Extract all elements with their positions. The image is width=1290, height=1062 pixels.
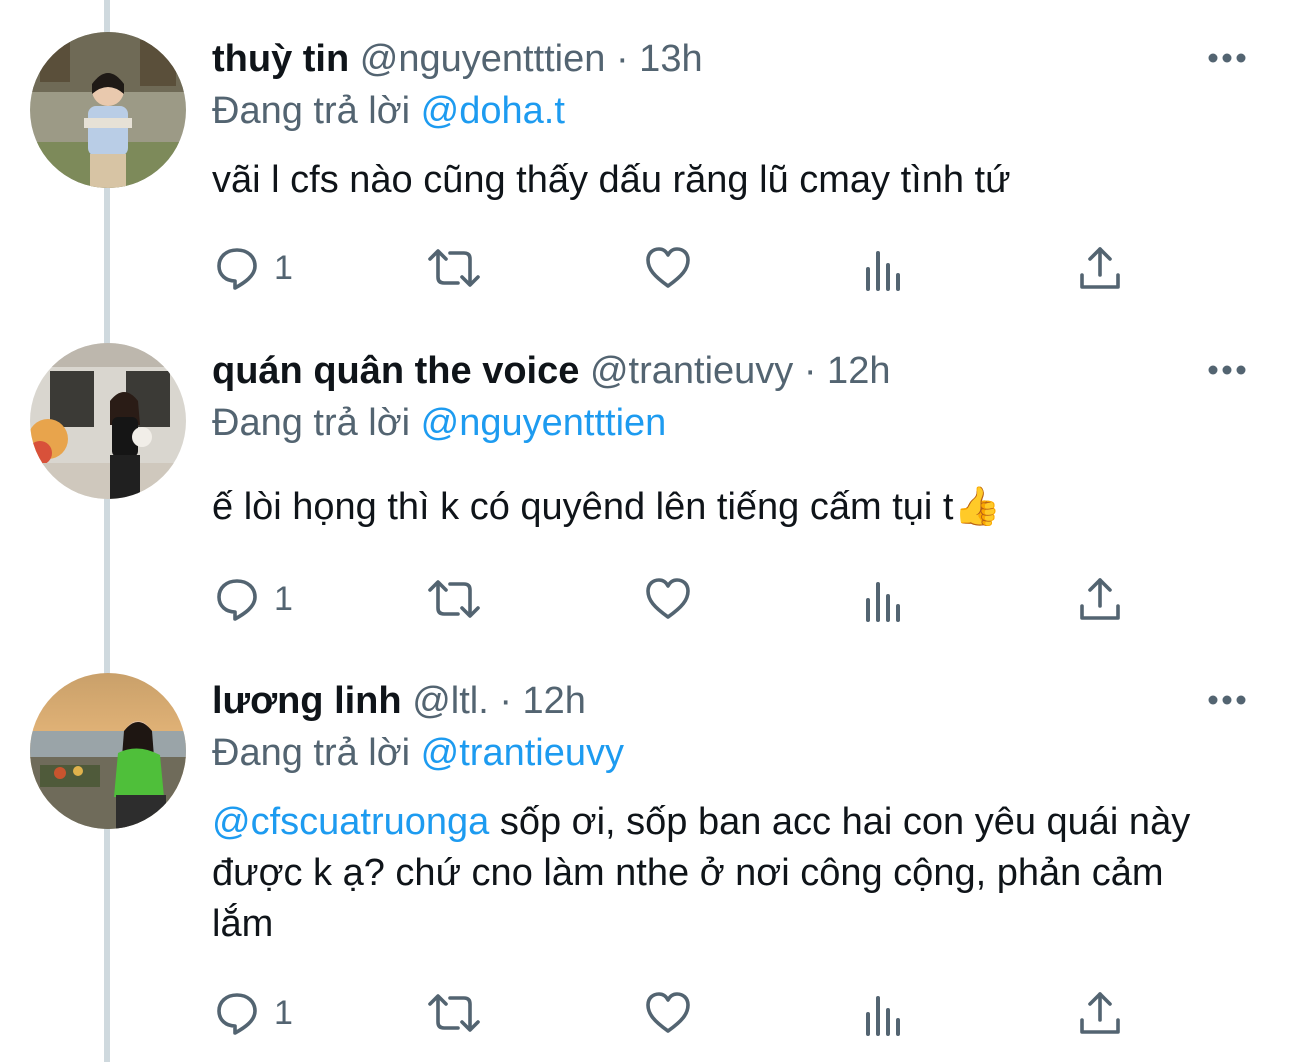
views-button[interactable] xyxy=(864,245,906,295)
tweet-header: quán quân the voice @trantieuvy · 12h xyxy=(212,349,890,393)
views-button[interactable] xyxy=(864,990,906,1040)
more-options-icon[interactable] xyxy=(1205,360,1249,380)
user-handle[interactable]: @trantieuvy xyxy=(590,350,793,392)
like-button[interactable] xyxy=(644,243,692,293)
like-button[interactable] xyxy=(644,988,692,1038)
replying-to-mention[interactable]: @trantieuvy xyxy=(421,732,624,774)
like-icon xyxy=(646,992,690,1033)
tweet-text-content: vãi l cfs nào cũng thấy dấu răng lũ cmay… xyxy=(212,159,1011,201)
views-button[interactable] xyxy=(864,576,906,626)
views-icon xyxy=(866,582,900,622)
replying-to: Đang trả lời @nguyentttien xyxy=(212,401,666,445)
tweet-text: ế lòi họng thì k có quyênd lên tiếng cấm… xyxy=(212,482,1212,533)
more-options-icon[interactable] xyxy=(1205,690,1249,710)
timestamp[interactable]: · 12h xyxy=(804,350,891,392)
display-name[interactable]: thuỳ tin xyxy=(212,38,349,80)
tweet-text: vãi l cfs nào cũng thấy dấu răng lũ cmay… xyxy=(212,155,1212,206)
display-name[interactable]: lương linh xyxy=(212,680,402,722)
timestamp[interactable]: · 13h xyxy=(616,38,703,80)
share-icon xyxy=(1080,578,1120,620)
replying-to: Đang trả lời @trantieuvy xyxy=(212,731,624,775)
share-icon xyxy=(1080,247,1120,289)
replying-to-label: Đang trả lời xyxy=(212,402,411,444)
user-handle[interactable]: @ltl. xyxy=(412,680,489,722)
retweet-icon xyxy=(428,580,480,618)
user-handle[interactable]: @nguyentttien xyxy=(360,38,606,80)
retweet-icon xyxy=(428,249,480,287)
reply-button[interactable]: 1 xyxy=(214,574,293,624)
display-name[interactable]: quán quân the voice xyxy=(212,350,579,392)
avatar[interactable] xyxy=(30,673,186,829)
replying-to: Đang trả lời @doha.t xyxy=(212,89,565,133)
timestamp[interactable]: · 12h xyxy=(499,680,586,722)
reply-count: 1 xyxy=(274,579,293,618)
share-icon xyxy=(1080,992,1120,1034)
avatar[interactable] xyxy=(30,32,186,188)
reply-icon xyxy=(217,993,257,1035)
views-icon xyxy=(866,996,900,1036)
reply-button[interactable]: 1 xyxy=(214,243,293,293)
reply-count: 1 xyxy=(274,248,293,287)
avatar[interactable] xyxy=(30,343,186,499)
tweet-text-content: ế lòi họng thì k có quyênd lên tiếng cấm… xyxy=(212,486,1001,528)
replying-to-mention[interactable]: @nguyentttien xyxy=(421,402,667,444)
tweet-text: @cfscuatruonga sốp ơi, sốp ban acc hai c… xyxy=(212,797,1212,950)
retweet-button[interactable] xyxy=(426,574,482,624)
share-button[interactable] xyxy=(1078,243,1122,293)
replying-to-label: Đang trả lời xyxy=(212,732,411,774)
reply-count: 1 xyxy=(274,993,293,1032)
like-button[interactable] xyxy=(644,574,692,624)
reply-icon xyxy=(217,579,257,621)
tweet-mention[interactable]: @cfscuatruonga xyxy=(212,801,489,843)
retweet-icon xyxy=(428,994,480,1032)
like-icon xyxy=(646,578,690,619)
views-icon xyxy=(866,251,900,291)
more-options-icon[interactable] xyxy=(1205,48,1249,68)
share-button[interactable] xyxy=(1078,988,1122,1038)
reply-button[interactable]: 1 xyxy=(214,988,293,1038)
like-icon xyxy=(646,247,690,288)
retweet-button[interactable] xyxy=(426,243,482,293)
share-button[interactable] xyxy=(1078,574,1122,624)
replying-to-mention[interactable]: @doha.t xyxy=(421,90,565,132)
reply-icon xyxy=(217,248,257,290)
replying-to-label: Đang trả lời xyxy=(212,90,411,132)
retweet-button[interactable] xyxy=(426,988,482,1038)
tweet-header: lương linh @ltl. · 12h xyxy=(212,679,586,723)
tweet-header: thuỳ tin @nguyentttien · 13h xyxy=(212,37,703,81)
